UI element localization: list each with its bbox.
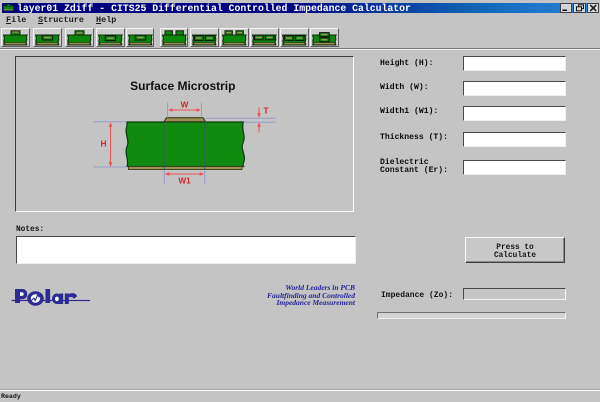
- svg-text:H: H: [101, 140, 107, 149]
- svg-text:T: T: [264, 107, 269, 116]
- svg-text:W: W: [181, 101, 189, 110]
- svg-text:Surface Microstrip: Surface Microstrip: [130, 79, 235, 93]
- svg-text:W1: W1: [178, 177, 191, 186]
